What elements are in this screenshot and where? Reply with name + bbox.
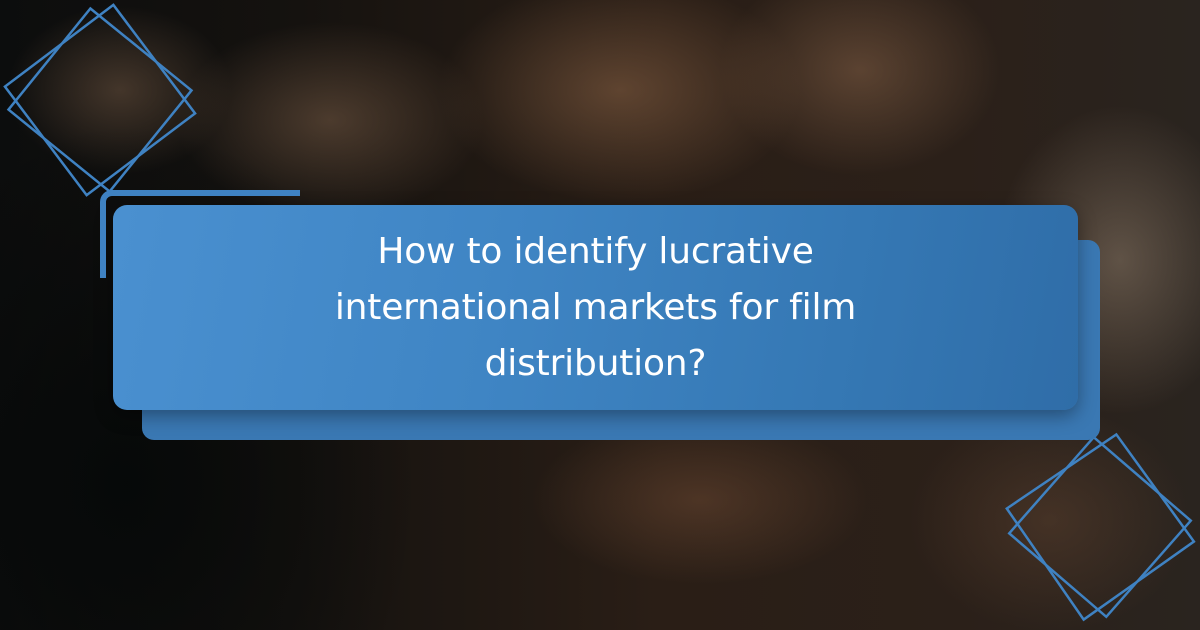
page-title: How to identify lucrative international … [334, 230, 857, 384]
headline-container: How to identify lucrative international … [113, 205, 1078, 410]
hero-banner: How to identify lucrative international … [0, 0, 1200, 630]
